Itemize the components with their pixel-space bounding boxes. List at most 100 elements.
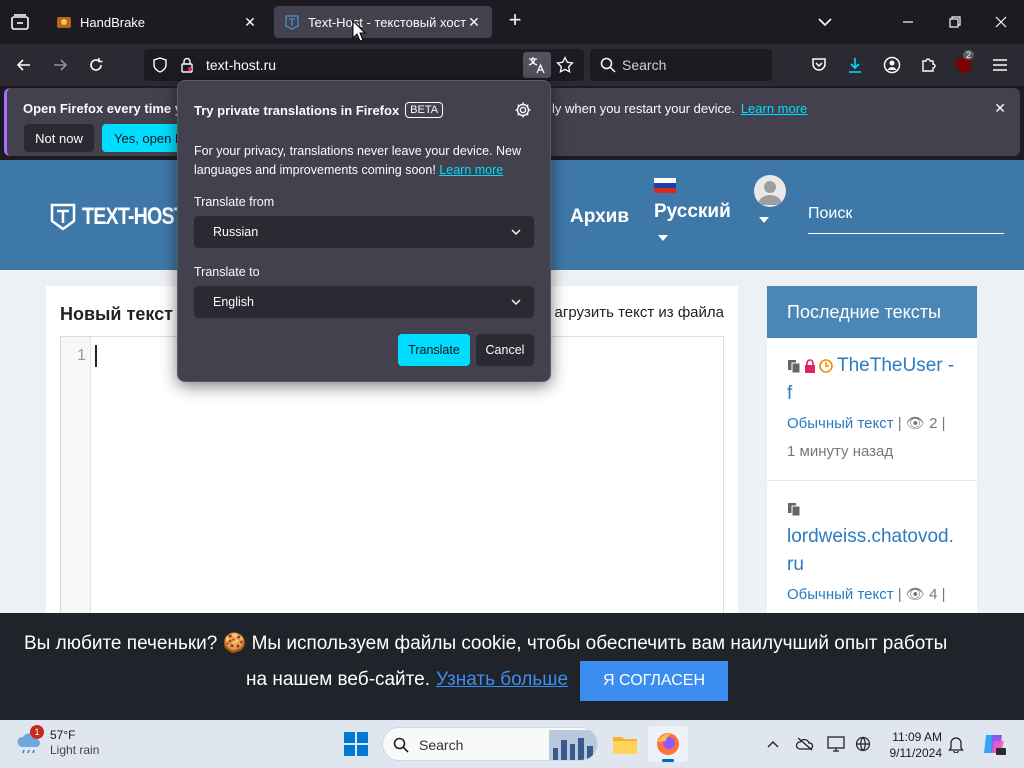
copy-icon: [788, 502, 801, 516]
copy-icon: [788, 359, 801, 373]
recent-text-title-link[interactable]: lordweiss.chatovod.ru: [787, 495, 957, 579]
weather-temperature: 57°F: [50, 728, 76, 742]
translate-button[interactable]: Translate: [398, 334, 470, 366]
upload-from-file-link[interactable]: агрузить текст из файла: [555, 304, 725, 321]
back-arrow-icon: [16, 59, 30, 71]
close-window-button[interactable]: [989, 10, 1013, 34]
new-tab-button[interactable]: +: [504, 9, 526, 32]
sidebar-title: Последние тексты: [767, 286, 977, 338]
bookmark-star-icon[interactable]: [556, 56, 574, 74]
notification-message-end: ly when you restart your device. Learn mo…: [552, 101, 808, 116]
cookie-banner: Вы любите печеньки? 🍪 Мы используем файл…: [0, 613, 1024, 720]
close-tab-icon[interactable]: ✕: [466, 14, 482, 30]
bell-icon: [948, 737, 964, 753]
search-icon: [600, 57, 616, 73]
lock-icon[interactable]: [180, 57, 194, 73]
translate-page-button[interactable]: [523, 52, 551, 78]
site-search-input[interactable]: Поиск: [808, 200, 1004, 234]
search-bar[interactable]: Search: [590, 49, 772, 81]
close-tab-icon[interactable]: ✕: [242, 14, 258, 30]
tab-title: Text-Host - текстовый хостинг: [308, 14, 466, 30]
back-button[interactable]: [11, 52, 37, 78]
cancel-button[interactable]: Cancel: [476, 334, 534, 366]
notifications-button[interactable]: [946, 734, 966, 754]
downloads-button[interactable]: [842, 52, 868, 78]
lock-icon: [805, 359, 815, 373]
file-explorer-icon[interactable]: [611, 730, 639, 758]
notification-learn-more-link[interactable]: Learn more: [741, 101, 807, 116]
shield-icon[interactable]: [152, 57, 168, 73]
popup-learn-more-link[interactable]: Learn more: [439, 163, 503, 177]
account-button[interactable]: [879, 52, 905, 78]
minimize-icon: [903, 21, 913, 23]
forward-arrow-icon: [54, 59, 68, 71]
popup-header: Try private translations in Firefox BETA: [194, 102, 444, 118]
text-host-favicon-icon: [285, 15, 299, 30]
russian-flag-icon: [654, 178, 676, 193]
recent-text-meta: Обычный текст | 👁 4 |: [787, 586, 946, 603]
extensions-button[interactable]: [915, 52, 941, 78]
monitor-icon: [827, 736, 845, 752]
translate-from-select[interactable]: Russian: [194, 216, 534, 248]
weather-description: Light rain: [50, 743, 100, 757]
windows-start-icon[interactable]: [343, 731, 369, 757]
recent-text-meta: Обычный текст | 👁 2 | 1 минуту назад: [787, 415, 946, 460]
cookie-agree-button[interactable]: Я СОГЛАСЕН: [580, 661, 728, 701]
eye-icon: 👁: [905, 415, 925, 432]
language-label: Русский: [654, 201, 731, 222]
tab-strip: HandBrake ✕ Text-Host - текстовый хостин…: [0, 0, 1024, 44]
text-cursor: [95, 345, 97, 367]
firefox-view-icon: [11, 14, 29, 30]
windows-taskbar: 1 57°F Light rain Search 11:09 AM 9/11/2…: [0, 720, 1024, 768]
url-text[interactable]: text-host.ru: [206, 57, 276, 73]
network-icon[interactable]: [853, 734, 873, 754]
nav-archive-link[interactable]: Архив: [570, 206, 629, 228]
active-app-indicator: [662, 759, 674, 762]
copilot-icon[interactable]: [981, 731, 1007, 757]
cookie-learn-more-link[interactable]: Узнать больше: [436, 669, 568, 690]
user-menu-chevron-icon[interactable]: [759, 217, 769, 223]
display-icon[interactable]: [826, 734, 846, 754]
text-host-logo-icon: [50, 203, 76, 231]
clock-time: 11:09 AM: [892, 730, 942, 744]
user-avatar[interactable]: [754, 175, 786, 207]
close-notification-icon[interactable]: ✕: [994, 100, 1006, 117]
chevron-down-icon: [511, 229, 521, 235]
firefox-view-button[interactable]: [6, 8, 34, 36]
taskbar-search-box[interactable]: Search: [382, 727, 598, 761]
mouse-pointer-icon: [352, 20, 366, 42]
hamburger-menu-icon: [993, 59, 1007, 71]
translate-to-select[interactable]: English: [194, 286, 534, 318]
minimize-button[interactable]: [896, 10, 920, 34]
pocket-button[interactable]: [806, 52, 832, 78]
app-menu-button[interactable]: [987, 52, 1013, 78]
url-bar[interactable]: text-host.ru: [144, 49, 584, 81]
reload-icon: [90, 58, 103, 71]
list-all-tabs-button[interactable]: [814, 12, 836, 32]
beta-badge: BETA: [405, 102, 444, 118]
cookie-message-line1: Вы любите печеньки? 🍪 Мы используем файл…: [24, 633, 948, 654]
editor-title: Новый текст: [60, 304, 173, 324]
not-now-button[interactable]: Not now: [24, 124, 94, 152]
close-icon: [995, 16, 1007, 28]
notification-message: Open Firefox every time you: [23, 101, 198, 116]
cloud-status-icon[interactable]: [795, 734, 815, 754]
tab-text-host[interactable]: Text-Host - текстовый хостинг ✕: [274, 6, 492, 38]
clock-icon: [819, 359, 833, 373]
system-clock[interactable]: 11:09 AM 9/11/2024: [880, 729, 943, 761]
reload-button[interactable]: [83, 52, 109, 78]
language-dropdown[interactable]: Русский: [654, 178, 731, 241]
ublock-extension-button[interactable]: 2: [951, 50, 977, 78]
eye-icon: 👁: [905, 586, 925, 603]
forward-button[interactable]: [47, 52, 73, 78]
search-placeholder: Search: [622, 57, 667, 73]
show-hidden-icons-button[interactable]: [763, 734, 783, 754]
gear-icon[interactable]: [514, 101, 532, 119]
tab-handbrake[interactable]: HandBrake ✕: [46, 6, 268, 38]
firefox-taskbar-button[interactable]: [648, 726, 688, 762]
recent-text-title-link[interactable]: TheTheUser - f: [787, 352, 957, 408]
weather-widget[interactable]: 1 57°F Light rain: [16, 725, 100, 758]
restore-button[interactable]: [943, 10, 967, 34]
restore-icon: [949, 16, 961, 28]
list-item: lordweiss.chatovod.ru Обычный текст | 👁 …: [767, 481, 977, 624]
